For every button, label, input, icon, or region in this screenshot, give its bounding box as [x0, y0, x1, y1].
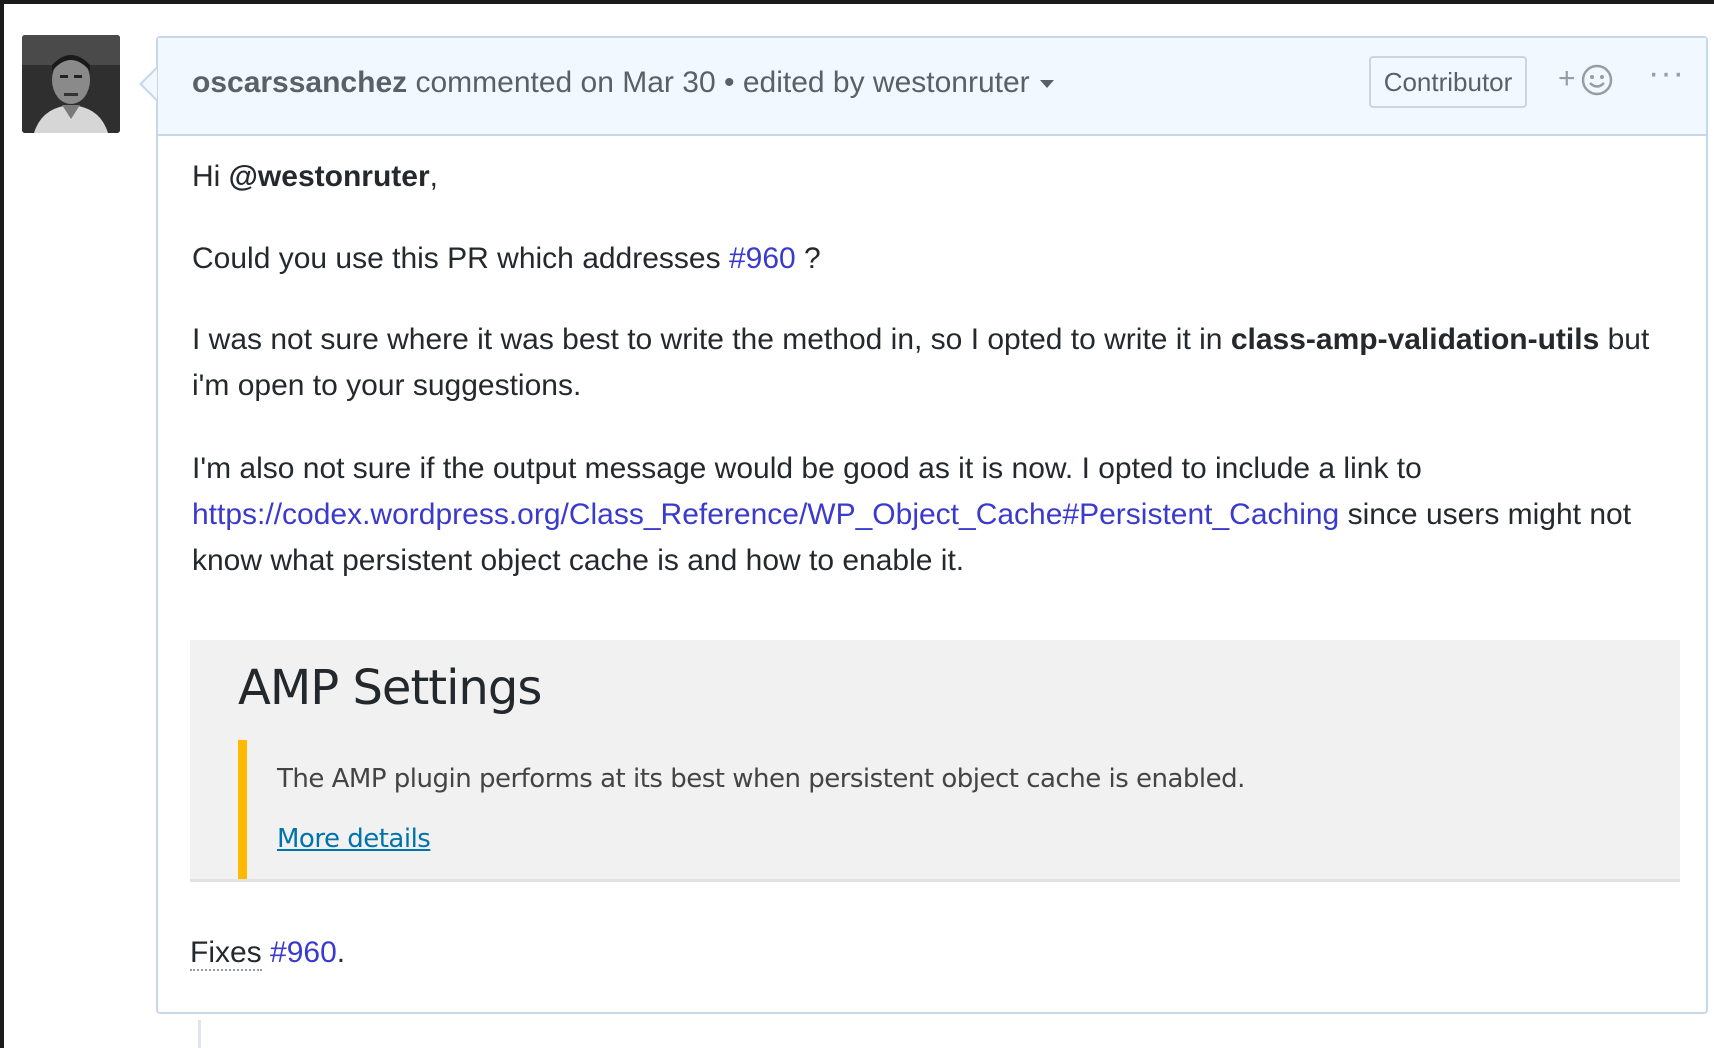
contributor-badge: Contributor: [1369, 56, 1527, 108]
notice-message: The AMP plugin performs at its best when…: [277, 764, 1245, 794]
codex-link[interactable]: https://codex.wordpress.org/Class_Refere…: [192, 498, 1339, 531]
paragraph-output-text: I'm also not sure if the output message …: [192, 452, 1422, 485]
timeline-connector: [198, 1020, 201, 1048]
embedded-screenshot: AMP Settings The AMP plugin performs at …: [190, 640, 1680, 882]
paragraph-method: I was not sure where it was best to writ…: [192, 317, 1672, 409]
smiley-icon: [1581, 64, 1613, 96]
amp-settings-title: AMP Settings: [238, 660, 542, 716]
class-name: class-amp-validation-utils: [1230, 323, 1600, 356]
greeting-suffix: ,: [429, 160, 438, 193]
separator-dot: •: [723, 66, 735, 99]
paragraph-pr-suffix: ?: [795, 242, 821, 275]
issue-link[interactable]: #960: [729, 242, 796, 275]
fixes-label: Fixes: [190, 936, 262, 971]
fixes-line: Fixes #960.: [190, 936, 346, 971]
comment-action: commented on Mar 30: [415, 66, 716, 99]
paragraph-pr: Could you use this PR which addresses #9…: [192, 236, 821, 282]
fixes-issue-link[interactable]: #960: [270, 936, 337, 969]
author-link[interactable]: oscarssanchez: [192, 66, 407, 99]
chevron-down-icon[interactable]: [1039, 80, 1054, 89]
comment-meta: oscarssanchez commented on Mar 30 • edit…: [192, 66, 1054, 100]
more-options-icon[interactable]: ···: [1648, 54, 1688, 102]
paragraph-output: I'm also not sure if the output message …: [192, 446, 1672, 584]
fixes-suffix: .: [336, 936, 346, 969]
plus-icon: +: [1558, 62, 1576, 95]
paragraph-method-text: I was not sure where it was best to writ…: [192, 323, 1231, 356]
more-details-link: More details: [277, 824, 431, 854]
avatar[interactable]: [22, 35, 120, 133]
screenshot-frame-top: [0, 0, 1714, 4]
screenshot-frame-left: [0, 0, 4, 1048]
admin-notice: The AMP plugin performs at its best when…: [238, 740, 1680, 879]
greeting: Hi @westonruter,: [192, 154, 438, 200]
greeting-prefix: Hi: [192, 160, 229, 193]
comment-pointer-fill: [142, 69, 157, 99]
add-reaction-button[interactable]: +: [1558, 58, 1620, 106]
comment-header: oscarssanchez commented on Mar 30 • edit…: [158, 38, 1706, 136]
paragraph-pr-text: Could you use this PR which addresses: [192, 242, 729, 275]
user-mention[interactable]: @westonruter: [229, 160, 430, 193]
edited-by-dropdown[interactable]: edited by westonruter: [743, 66, 1030, 99]
